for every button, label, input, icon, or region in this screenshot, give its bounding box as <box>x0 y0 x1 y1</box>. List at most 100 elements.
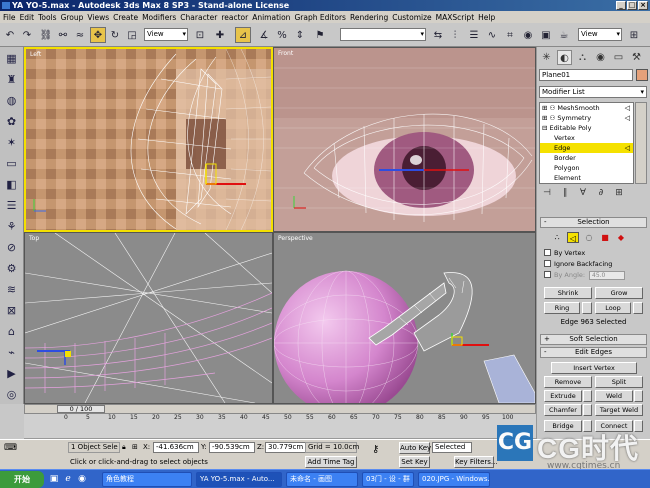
auto-key-button[interactable]: Auto Key <box>399 442 431 454</box>
object-color-swatch[interactable] <box>636 69 648 81</box>
minimize-button[interactable]: _ <box>616 1 626 10</box>
hierarchy-tab-icon[interactable]: ⛬ <box>575 50 590 65</box>
menu-edit[interactable]: Edit <box>20 13 39 22</box>
modify-tab-icon[interactable]: ◐ <box>557 50 572 65</box>
extrude-button[interactable]: Extrude <box>544 390 582 402</box>
spring-icon[interactable]: ◧ <box>4 177 19 192</box>
close-button[interactable]: × <box>638 1 648 10</box>
select-rotate-icon[interactable]: ↻ <box>107 27 123 43</box>
menu-file[interactable]: File <box>3 13 20 22</box>
water-icon[interactable]: ⊘ <box>4 240 19 255</box>
menu-animation[interactable]: Animation <box>252 13 294 22</box>
layer-manager-icon[interactable]: ☰ <box>466 27 482 43</box>
utilities-tab-icon[interactable]: ⚒ <box>629 50 644 65</box>
soft-body-collection-icon[interactable]: ◍ <box>4 93 19 108</box>
viewport-perspective[interactable]: Perspective <box>273 232 536 404</box>
configure-sets-icon[interactable]: ⊞ <box>613 187 625 199</box>
by-angle-checkbox[interactable]: By Angle: <box>544 271 585 280</box>
menu-group[interactable]: Group <box>61 13 88 22</box>
create-tab-icon[interactable]: ✳ <box>539 50 554 65</box>
task-paint[interactable]: 未命名 - 画图 <box>286 472 358 487</box>
render-scene-icon[interactable]: ▣ <box>538 27 554 43</box>
viewport-label[interactable]: Front <box>278 50 293 57</box>
time-slider-track[interactable]: 0 / 100 <box>24 404 536 414</box>
chamfer-settings-button[interactable] <box>583 404 592 416</box>
selection-rollout-header[interactable]: - Selection <box>540 217 647 228</box>
modifier-list-select[interactable]: Modifier List <box>539 86 647 98</box>
edit-named-selections-icon[interactable]: ⚑ <box>312 27 328 43</box>
x-coordinate-field[interactable]: -41.636cm <box>153 442 199 453</box>
undo-icon[interactable]: ↶ <box>2 27 18 43</box>
hinge-icon[interactable]: ⌂ <box>4 324 19 339</box>
plane-icon[interactable]: ▭ <box>4 156 19 171</box>
quick-render-icon[interactable]: ☕ <box>556 27 572 43</box>
viewport-left[interactable]: Left <box>24 47 273 232</box>
media-icon[interactable]: ◉ <box>76 473 88 485</box>
ie-icon[interactable]: ℯ <box>62 473 74 485</box>
align-icon[interactable]: ⫶ <box>447 27 463 43</box>
menu-maxscript[interactable]: MAXScript <box>436 13 479 22</box>
border-level-icon[interactable]: ◌ <box>583 232 595 243</box>
edge-level-icon[interactable]: ◁ <box>567 232 579 243</box>
weld-button[interactable]: Weld <box>595 390 633 402</box>
y-coordinate-field[interactable]: -90.539cm <box>209 442 255 453</box>
element-level-icon[interactable]: ◆ <box>615 232 627 243</box>
select-link-icon[interactable]: ⛓ <box>38 27 54 43</box>
task-chat[interactable]: 03门 - 设 - 群 <box>362 472 414 487</box>
material-editor-icon[interactable]: ◉ <box>520 27 536 43</box>
point-to-point-icon[interactable]: ⌁ <box>4 345 19 360</box>
stack-subobject-edge[interactable]: Edge ◁ <box>540 143 633 153</box>
angle-snap-icon[interactable]: ∡ <box>256 27 272 43</box>
desktop-icon[interactable]: ▣ <box>48 473 60 485</box>
named-selection-set-select[interactable] <box>340 28 426 41</box>
unlink-icon[interactable]: ⚯ <box>55 27 71 43</box>
motor-icon[interactable]: ⚙ <box>4 261 19 276</box>
vertex-level-icon[interactable]: ∴ <box>551 232 563 243</box>
viewport-label[interactable]: Top <box>29 235 39 242</box>
add-time-tag-button[interactable]: Add Time Tag <box>305 456 357 468</box>
eye-bulb-icon[interactable]: ⊞ ⚇ <box>540 104 555 112</box>
pivot-center-icon[interactable]: ⊡ <box>192 27 208 43</box>
set-key-button[interactable]: Set Key <box>399 456 430 468</box>
menu-help[interactable]: Help <box>478 13 499 22</box>
cloth-collection-icon[interactable]: ♜ <box>4 72 19 87</box>
weld-settings-button[interactable] <box>634 390 643 402</box>
polygon-level-icon[interactable]: ■ <box>599 232 611 243</box>
viewport-front[interactable]: Front <box>273 47 536 232</box>
preview-animation-icon[interactable]: ▶ <box>4 366 19 381</box>
shrink-button[interactable]: Shrink <box>544 287 592 299</box>
bind-space-warp-icon[interactable]: ≈ <box>72 27 88 43</box>
percent-snap-icon[interactable]: % <box>274 27 290 43</box>
viewport-top[interactable]: Top <box>24 232 273 404</box>
make-unique-icon[interactable]: ∀ <box>577 187 589 199</box>
stack-subobject-border[interactable]: Border <box>540 153 633 163</box>
wind-icon[interactable]: ≋ <box>4 282 19 297</box>
remove-button[interactable]: Remove <box>544 376 592 388</box>
quick-render-production-icon[interactable]: ⊞ <box>626 27 642 43</box>
ring-button[interactable]: Ring <box>544 302 580 314</box>
menu-rendering[interactable]: Rendering <box>350 13 392 22</box>
rigid-body-collection-icon[interactable]: ▦ <box>4 51 19 66</box>
key-filters-button[interactable]: Key Filters... <box>454 456 498 468</box>
redo-icon[interactable]: ↷ <box>19 27 35 43</box>
set-key-icon[interactable]: ⚷ <box>372 444 379 455</box>
remove-modifier-icon[interactable]: ∂ <box>595 187 607 199</box>
by-vertex-checkbox[interactable]: By Vertex <box>544 249 585 258</box>
constraint-solver-icon[interactable]: ☰ <box>4 198 19 213</box>
render-type-select[interactable]: View <box>578 28 622 41</box>
select-manipulate-icon[interactable]: ✚ <box>212 27 228 43</box>
toy-car-icon[interactable]: ⊠ <box>4 303 19 318</box>
menu-views[interactable]: Views <box>87 13 113 22</box>
start-button[interactable]: 开始 <box>0 471 44 488</box>
absolute-mode-icon[interactable]: ⊞ <box>132 443 138 451</box>
ignore-backfacing-checkbox[interactable]: Ignore Backfacing <box>544 260 612 269</box>
loop-button[interactable]: Loop <box>595 302 631 314</box>
menu-customize[interactable]: Customize <box>392 13 435 22</box>
display-tab-icon[interactable]: ▭ <box>611 50 626 65</box>
lock-selection-icon[interactable]: 🔒︎ <box>122 443 126 452</box>
mirror-icon[interactable]: ⇆ <box>430 27 446 43</box>
menu-character[interactable]: Character <box>180 13 221 22</box>
pin-stack-icon[interactable]: ⊣ <box>541 187 553 199</box>
rope-collection-icon[interactable]: ✿ <box>4 114 19 129</box>
task-folder[interactable]: 角色教程 <box>102 472 192 487</box>
